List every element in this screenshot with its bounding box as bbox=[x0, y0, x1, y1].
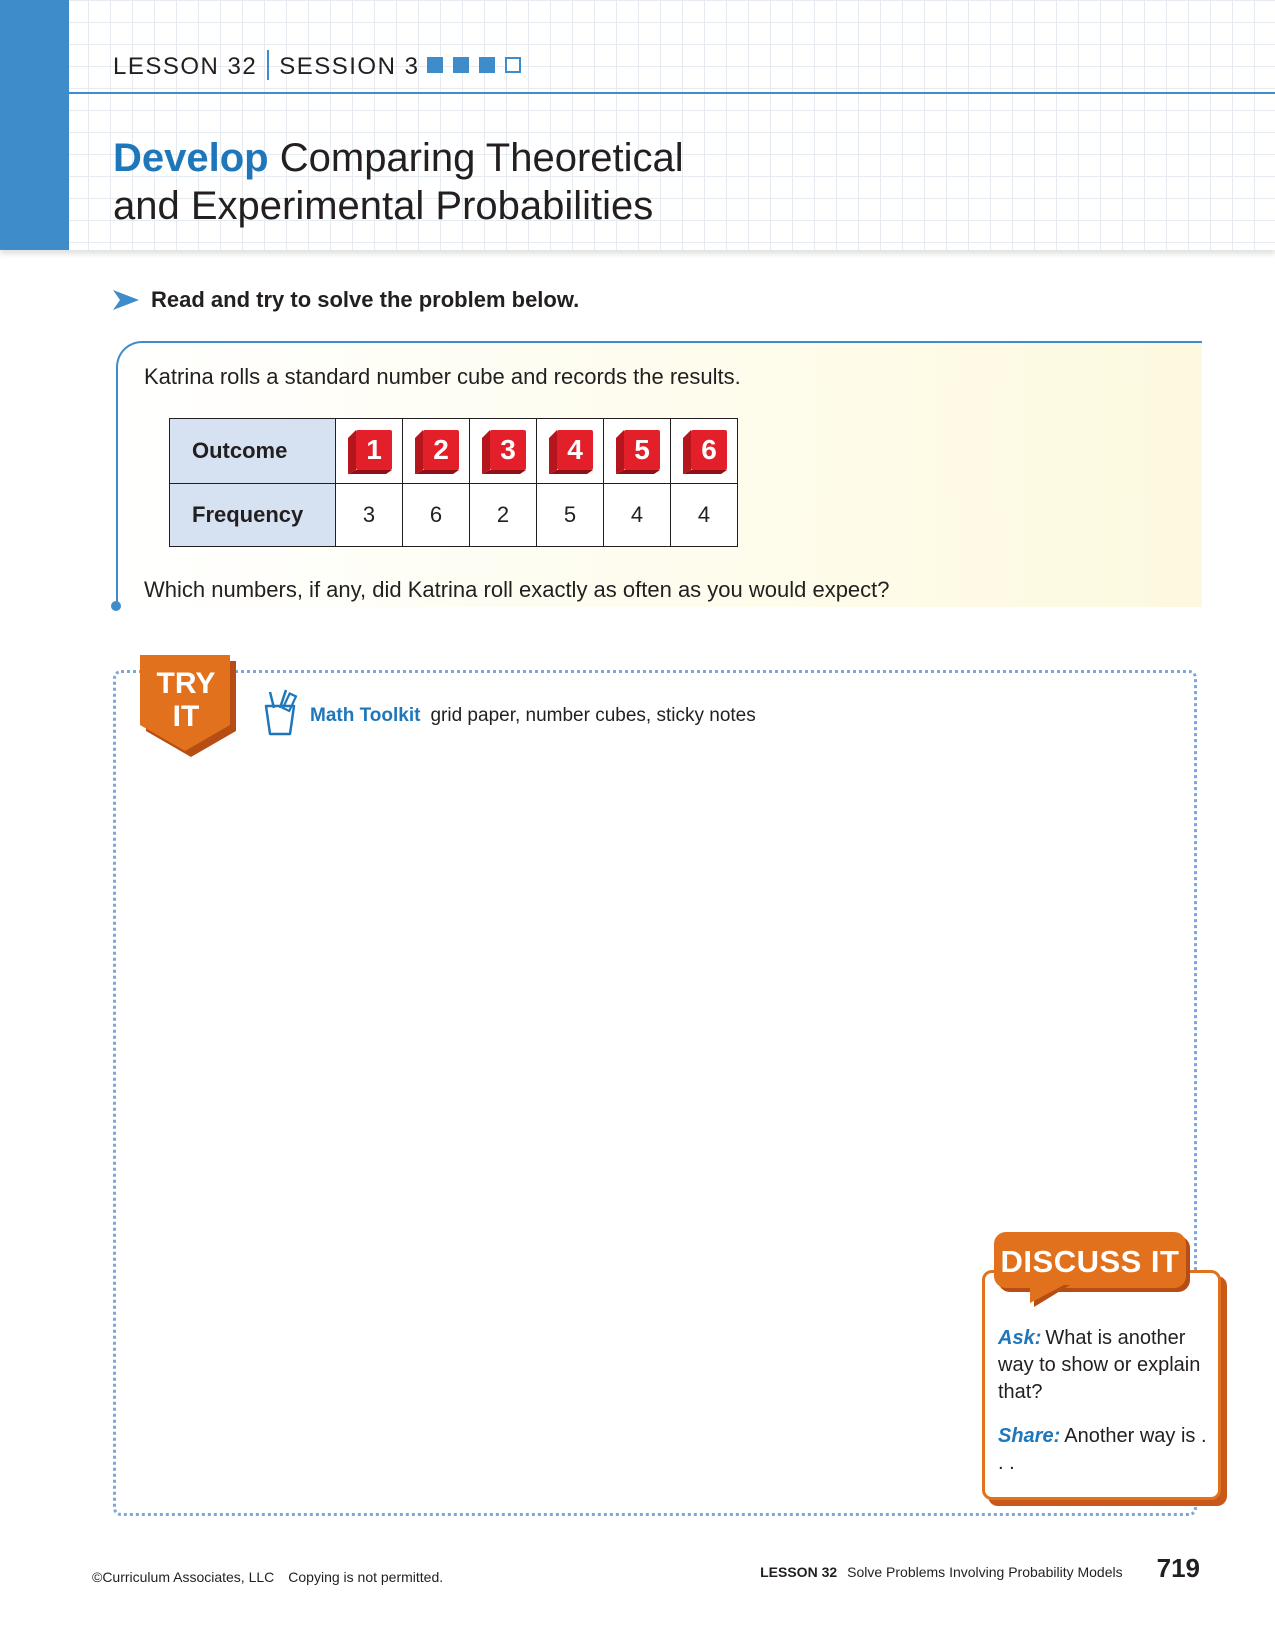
page-number: 719 bbox=[1156, 1553, 1200, 1583]
cube-face-label: 3 bbox=[500, 434, 516, 465]
outcome-cell: 5 bbox=[603, 418, 671, 484]
number-cube-icon: 2 bbox=[415, 430, 459, 474]
outcome-cell: 3 bbox=[469, 418, 537, 484]
discuss-share: Share: Another way is . . . bbox=[998, 1423, 1208, 1477]
progress-square bbox=[505, 57, 521, 73]
frequency-cell: 5 bbox=[536, 483, 604, 547]
number-cube-icon: 6 bbox=[683, 430, 727, 474]
instruction: Read and try to solve the problem below. bbox=[113, 287, 579, 313]
copy-notice: Copying is not permitted. bbox=[288, 1569, 444, 1585]
frequency-cell: 6 bbox=[402, 483, 470, 547]
problem-question: Which numbers, if any, did Katrina roll … bbox=[144, 577, 890, 602]
outcome-cell: 6 bbox=[670, 418, 738, 484]
discuss-it-title: DISCUSS IT bbox=[1000, 1244, 1180, 1279]
cube-face-label: 6 bbox=[701, 434, 717, 465]
frequency-row: Frequency 3 6 2 5 4 4 bbox=[169, 483, 738, 547]
math-toolkit-items: grid paper, number cubes, sticky notes bbox=[430, 705, 756, 726]
outcome-cell: 1 bbox=[335, 418, 403, 484]
math-toolkit-label: Math Toolkit bbox=[310, 705, 421, 726]
copyright: ©Curriculum Associates, LLC bbox=[92, 1569, 275, 1585]
header-rule bbox=[69, 92, 1275, 94]
title-line2: and Experimental Probabilities bbox=[113, 184, 654, 228]
progress-square bbox=[453, 57, 469, 73]
outcome-cell: 2 bbox=[402, 418, 470, 484]
speech-tail-icon bbox=[1030, 1285, 1070, 1307]
frequency-cell: 2 bbox=[469, 483, 537, 547]
frequency-cell: 4 bbox=[670, 483, 738, 547]
frequency-cell: 4 bbox=[603, 483, 671, 547]
try-it-label: TRY IT bbox=[140, 667, 232, 733]
title-develop: Develop bbox=[113, 136, 269, 180]
discuss-ask: Ask: What is another way to show or expla… bbox=[998, 1325, 1208, 1406]
cube-face-label: 5 bbox=[634, 434, 650, 465]
cube-face-label: 2 bbox=[433, 434, 449, 465]
try-label: TRY bbox=[156, 667, 216, 700]
number-cube-icon: 3 bbox=[482, 430, 526, 474]
outcome-cell: 4 bbox=[536, 418, 604, 484]
blue-side-strip bbox=[0, 0, 69, 250]
footer-lesson: LESSON 32 bbox=[760, 1564, 838, 1580]
session-label: SESSION 3 bbox=[279, 53, 420, 80]
footer-lesson-title: Solve Problems Involving Probability Mod… bbox=[847, 1564, 1123, 1580]
cube-face-label: 1 bbox=[366, 434, 382, 465]
page-title: Develop Comparing Theoretical and Experi… bbox=[113, 134, 913, 230]
session-progress bbox=[427, 57, 521, 73]
frequency-header: Frequency bbox=[169, 483, 336, 547]
instruction-text: Read and try to solve the problem below. bbox=[151, 287, 580, 312]
math-toolkit: Math Toolkit grid paper, number cubes, st… bbox=[310, 705, 756, 727]
number-cube-icon: 5 bbox=[616, 430, 660, 474]
share-label: Share: bbox=[998, 1425, 1061, 1447]
number-cube-icon: 1 bbox=[348, 430, 392, 474]
pencil-cup-icon bbox=[264, 689, 298, 736]
lesson-session-label: LESSON 32 SESSION 3 bbox=[113, 50, 419, 81]
ask-label: Ask: bbox=[998, 1327, 1042, 1349]
arrow-right-icon bbox=[113, 290, 139, 310]
outcome-header: Outcome bbox=[169, 418, 336, 484]
progress-square bbox=[427, 57, 443, 73]
cube-face-label: 4 bbox=[567, 434, 583, 465]
lesson-label: LESSON 32 bbox=[113, 53, 258, 80]
outcome-row: Outcome 1 2 3 4 5 6 bbox=[169, 418, 738, 484]
problem-box-dot bbox=[111, 601, 121, 611]
problem-intro: Katrina rolls a standard number cube and… bbox=[144, 364, 741, 389]
it-label: IT bbox=[172, 700, 200, 733]
frequency-table: Outcome 1 2 3 4 5 6 Frequency 3 6 2 5 4 … bbox=[169, 418, 738, 547]
label-separator bbox=[267, 50, 270, 80]
footer-right: LESSON 32 Solve Problems Involving Proba… bbox=[760, 1553, 1200, 1584]
progress-square bbox=[479, 57, 495, 73]
number-cube-icon: 4 bbox=[549, 430, 593, 474]
title-rest: Comparing Theoretical bbox=[279, 136, 684, 180]
frequency-cell: 3 bbox=[335, 483, 403, 547]
footer-left: ©Curriculum Associates, LLC Copying is no… bbox=[92, 1569, 443, 1585]
